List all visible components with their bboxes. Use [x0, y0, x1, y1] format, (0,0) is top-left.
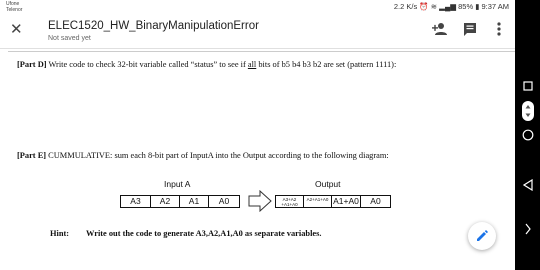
- part-e-text: CUMMULATIVE: sum each 8-bit part of Inpu…: [46, 151, 389, 160]
- app-screen: Ufone Telenor 2.2 K/s ⏰ ≋ ▂▄▆ 85% ▮ 9:37…: [0, 0, 515, 270]
- output-cell-a0: A0: [360, 195, 391, 208]
- circle-icon[interactable]: [515, 128, 540, 146]
- chevron-right-icon[interactable]: [515, 222, 540, 240]
- more-vert-icon[interactable]: [497, 22, 501, 41]
- carrier-info: Ufone Telenor: [6, 1, 22, 13]
- signal-icon: ▂▄▆: [439, 2, 457, 11]
- battery-icon: ▮: [475, 2, 480, 11]
- arrow-right-icon: [248, 190, 272, 212]
- network-speed: 2.2 K/s: [393, 2, 418, 11]
- input-a-label: Input A: [164, 179, 191, 189]
- scroll-icon[interactable]: [515, 100, 540, 127]
- output-label: Output: [315, 179, 341, 189]
- carrier-2: Telenor: [6, 7, 23, 13]
- document-body[interactable]: [Part D] Write code to check 32-bit vari…: [0, 49, 515, 270]
- output-cell-sum-3: A2+A1+A0: [303, 195, 332, 208]
- part-d-paragraph: [Part D] Write code to check 32-bit vari…: [17, 60, 396, 69]
- input-cell-a0: A0: [208, 195, 240, 208]
- output-cell-sum-3-line1: A2+A1+A0: [306, 197, 329, 202]
- output-cell-sum-4: A3+A2 +A1+A0: [275, 195, 304, 208]
- document-title: ELEC1520_HW_BinaryManipulationError: [48, 20, 259, 32]
- input-cell-a1: A1: [179, 195, 209, 208]
- back-triangle-icon[interactable]: [515, 178, 540, 196]
- part-d-text-1: Write code to check 32-bit variable call…: [46, 60, 248, 69]
- status-bar: Ufone Telenor 2.2 K/s ⏰ ≋ ▂▄▆ 85% ▮ 9:37…: [0, 0, 515, 14]
- comment-icon[interactable]: [463, 22, 477, 42]
- edit-button[interactable]: [468, 222, 496, 250]
- output-cell-sum-4-line2: +A1+A0: [281, 202, 298, 207]
- input-cell-a2: A2: [150, 195, 180, 208]
- part-d-label: [Part D]: [17, 60, 47, 69]
- status-indicators: 2.2 K/s ⏰ ≋ ▂▄▆ 85% ▮ 9:37 AM: [394, 2, 509, 11]
- hint-text: Write out the code to generate A3,A2,A1,…: [86, 229, 322, 238]
- clock: 9:37 AM: [481, 2, 509, 11]
- edit-icon: [477, 230, 488, 241]
- alarm-icon: ⏰: [419, 2, 429, 11]
- close-icon[interactable]: ✕: [10, 20, 23, 38]
- save-status: Not saved yet: [48, 35, 91, 42]
- output-cell-sum-2: A1+A0: [331, 195, 361, 208]
- person-add-icon[interactable]: [432, 22, 448, 41]
- part-e-label: [Part E]: [17, 151, 47, 160]
- part-d-text-2: bits of b5 b4 b3 b2 are set (pattern 111…: [256, 60, 397, 69]
- input-cell-a3: A3: [120, 195, 151, 208]
- page-border: [8, 51, 515, 52]
- hint-label: Hint:: [50, 229, 70, 238]
- app-bar: ✕ ELEC1520_HW_BinaryManipulationError No…: [0, 14, 515, 48]
- battery-level: 85%: [458, 2, 474, 11]
- wifi-icon: ≋: [430, 2, 438, 11]
- square-icon[interactable]: [515, 78, 540, 96]
- navigation-bar: [515, 0, 540, 270]
- part-d-underlined: all: [247, 60, 257, 69]
- part-e-paragraph: [Part E] CUMMULATIVE: sum each 8-bit par…: [17, 151, 389, 160]
